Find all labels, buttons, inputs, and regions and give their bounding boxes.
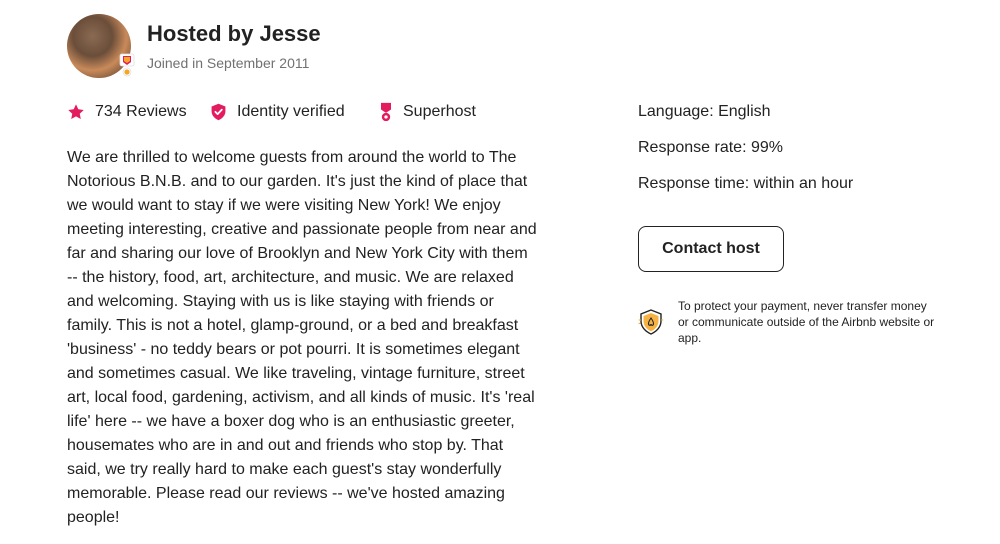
host-language: Language: English	[638, 103, 771, 120]
stat-reviews[interactable]: 734 Reviews	[67, 101, 187, 123]
stat-reviews-label: 734 Reviews	[95, 103, 187, 120]
host-response-time: Response time: within an hour	[638, 175, 854, 192]
contact-host-button[interactable]: Contact host	[638, 226, 784, 272]
stat-superhost: Superhost	[379, 101, 476, 123]
superhost-medal-icon	[381, 102, 391, 122]
stat-superhost-label: Superhost	[403, 103, 476, 120]
stat-identity: Identity verified	[210, 101, 345, 123]
host-about-text: We are thrilled to welcome guests from a…	[67, 149, 537, 526]
verified-shield-icon	[211, 103, 226, 121]
host-title: Hosted by Jesse	[147, 21, 321, 46]
host-response-rate: Response rate: 99%	[638, 139, 783, 156]
joined-date: Joined in September 2011	[147, 55, 310, 71]
star-icon	[68, 104, 84, 120]
payment-protection-shield-icon	[638, 309, 664, 335]
stat-identity-label: Identity verified	[237, 103, 345, 120]
payment-protection-text: To protect your payment, never transfer …	[678, 299, 935, 345]
superhost-badge-icon	[119, 53, 135, 77]
